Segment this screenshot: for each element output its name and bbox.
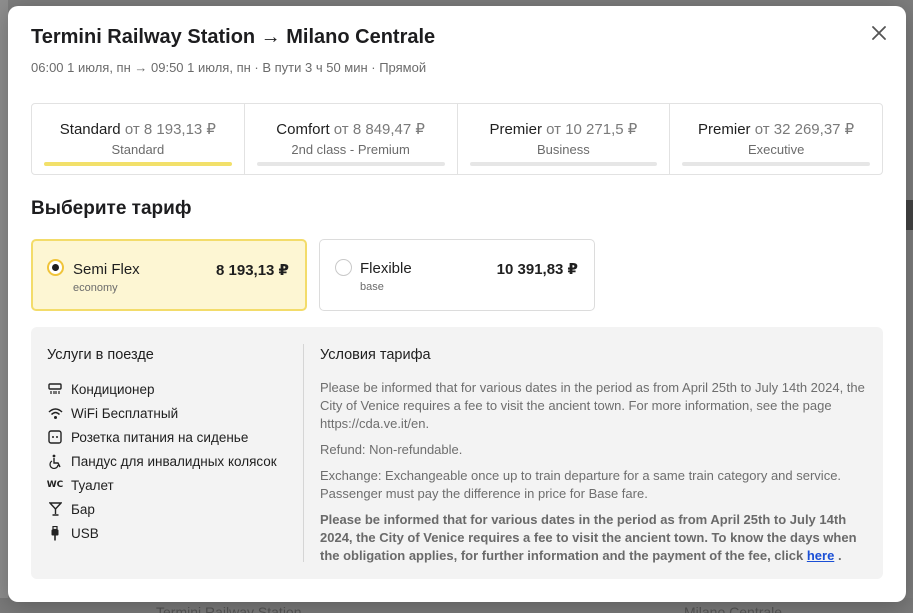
class-subtitle: 2nd class - Premium — [291, 142, 410, 157]
service-label: Туалет — [71, 477, 114, 493]
fare-modal: Termini Railway Station → Milano Central… — [8, 6, 906, 602]
air-conditioner-icon — [47, 381, 63, 397]
service-item: Пандус для инвалидных колясок — [47, 449, 287, 473]
tariff-radio[interactable] — [335, 259, 352, 276]
usb-icon — [47, 525, 63, 541]
trip-summary: 06:00 1 июля, пн → 09:50 1 июля, пн · В … — [31, 60, 427, 75]
onboard-services: Услуги в поезде Кондиционер WiFi Бесплат… — [47, 347, 287, 545]
class-name: Standard — [59, 121, 121, 138]
condition-notice-text: Please be informed that for various date… — [320, 512, 857, 563]
service-item: USB — [47, 521, 287, 545]
services-title: Услуги в поезде — [47, 347, 154, 363]
condition-venice-fee: Please be informed that for various date… — [320, 380, 865, 431]
backdrop-origin-text: Termini Railway Station — [156, 604, 302, 613]
service-label: Бар — [71, 501, 95, 517]
modal-title: Termini Railway Station → Milano Central… — [31, 26, 436, 48]
class-indicator-bar — [256, 162, 445, 166]
condition-refund: Refund: Non-refundable. — [320, 442, 463, 457]
service-item: Кондиционер — [47, 377, 287, 401]
class-tab-standard[interactable]: Standard от 8 193,13 ₽ Standard — [32, 104, 245, 174]
power-outlet-icon — [47, 429, 63, 445]
class-tab-premier-executive[interactable]: Premier от 32 269,37 ₽ Executive — [670, 104, 882, 174]
class-tab-comfort[interactable]: Comfort от 8 849,47 ₽ 2nd class - Premiu… — [245, 104, 458, 174]
service-item: Бар — [47, 497, 287, 521]
tariff-subtitle: base — [360, 281, 384, 293]
service-label: Пандус для инвалидных колясок — [71, 453, 277, 469]
class-indicator-bar — [44, 162, 232, 166]
tariff-price: 8 193,13 ₽ — [216, 262, 289, 279]
tariff-option-flexible[interactable]: Flexible base 10 391,83 ₽ — [319, 239, 595, 311]
wc-icon: WC — [46, 480, 64, 490]
service-label: USB — [71, 525, 99, 541]
class-name: Premier — [489, 121, 542, 138]
class-price: от 8 849,47 ₽ — [333, 121, 425, 138]
bar-icon — [47, 501, 63, 517]
wifi-icon — [47, 405, 63, 421]
class-indicator-bar — [682, 162, 870, 166]
condition-exchange: Exchange: Exchangeable once up to train … — [320, 468, 842, 501]
tariff-price: 10 391,83 ₽ — [496, 261, 578, 278]
tariff-info-panel: Услуги в поезде Кондиционер WiFi Бесплат… — [31, 327, 883, 579]
class-subtitle: Executive — [747, 142, 805, 157]
tariff-radio[interactable] — [47, 259, 64, 276]
service-label: Кондиционер — [71, 381, 155, 397]
wheelchair-icon — [47, 453, 63, 469]
service-item: WiFi Бесплатный — [47, 401, 287, 425]
conditions-title: Условия тарифа — [320, 347, 431, 363]
tariff-conditions: Условия тарифа Please be informed that f… — [320, 347, 872, 573]
backdrop-right-block — [905, 200, 913, 230]
service-item: Розетка питания на сиденье — [47, 425, 287, 449]
class-subtitle: Standard — [111, 142, 165, 157]
tariff-name: Flexible — [360, 260, 412, 277]
class-tab-premier-business[interactable]: Premier от 10 271,5 ₽ Business — [458, 104, 671, 174]
backdrop-destination-text: Milano Centrale — [684, 604, 783, 613]
info-divider — [303, 344, 304, 562]
class-subtitle: Business — [537, 142, 590, 157]
class-indicator-bar — [469, 162, 658, 166]
service-item: WC Туалет — [47, 473, 287, 497]
service-label: WiFi Бесплатный — [71, 405, 179, 421]
condition-notice-end: . — [837, 548, 842, 563]
backdrop-left-strip — [0, 0, 8, 613]
close-button[interactable] — [868, 22, 890, 44]
venice-fee-link[interactable]: here — [807, 548, 834, 563]
close-icon — [872, 26, 886, 40]
tariff-option-semi-flex[interactable]: Semi Flex economy 8 193,13 ₽ — [31, 239, 307, 311]
service-label: Розетка питания на сиденье — [71, 429, 249, 445]
condition-venice-fee-notice: Please be informed that for various date… — [320, 511, 872, 565]
class-price: от 10 271,5 ₽ — [546, 121, 638, 138]
tariff-name: Semi Flex — [73, 261, 140, 278]
class-name: Comfort — [276, 121, 330, 138]
class-price: от 8 193,13 ₽ — [124, 121, 216, 138]
class-tabs: Standard от 8 193,13 ₽ Standard Comfort … — [31, 103, 883, 175]
class-price: от 32 269,37 ₽ — [754, 121, 855, 138]
tariff-subtitle: economy — [73, 282, 118, 294]
class-name: Premier — [698, 121, 751, 138]
tariff-section-title: Выберите тариф — [31, 198, 192, 219]
